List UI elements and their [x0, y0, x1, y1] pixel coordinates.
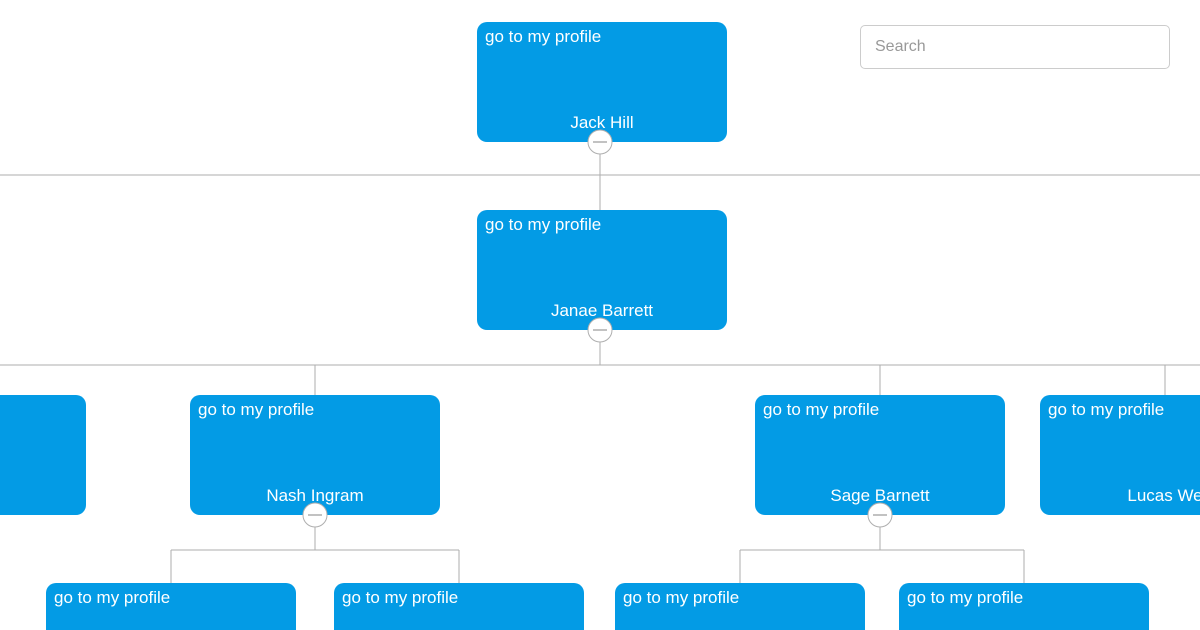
node-child[interactable]: go to my profile	[899, 583, 1149, 630]
node-name-label: Janae Barrett	[551, 301, 653, 320]
node-name-label: Lucas We	[1127, 486, 1200, 505]
node-jack-hill[interactable]: go to my profile Jack Hill	[477, 22, 727, 142]
profile-link[interactable]: go to my profile	[907, 588, 1023, 607]
node-name-label: Sage Barnett	[830, 486, 930, 505]
profile-link[interactable]: go to my profile	[623, 588, 739, 607]
node-name-label: Nash Ingram	[266, 486, 363, 505]
node-child[interactable]: go to my profile	[615, 583, 865, 630]
collapse-toggle[interactable]	[868, 503, 892, 527]
collapse-toggle[interactable]	[303, 503, 327, 527]
node-child[interactable]: go to my profile	[334, 583, 584, 630]
node-name-label: Jack Hill	[570, 113, 633, 132]
profile-link[interactable]: go to my profile	[198, 400, 314, 419]
node-child[interactable]: go to my profile	[46, 583, 296, 630]
node-janae-barrett[interactable]: go to my profile Janae Barrett	[477, 210, 727, 330]
node-sage-barnett[interactable]: go to my profile Sage Barnett	[755, 395, 1005, 515]
search-input[interactable]	[860, 25, 1170, 69]
node-partial-right[interactable]: go to my profile Lucas We	[1040, 395, 1200, 515]
node-nash-ingram[interactable]: go to my profile Nash Ingram	[190, 395, 440, 515]
profile-link[interactable]: go to my profile	[485, 27, 601, 46]
profile-link[interactable]: go to my profile	[1048, 400, 1164, 419]
collapse-toggle[interactable]	[588, 318, 612, 342]
node-partial-left[interactable]: go to my profile ox Macias	[0, 395, 86, 515]
profile-link[interactable]: go to my profile	[763, 400, 879, 419]
collapse-toggle[interactable]	[588, 130, 612, 154]
profile-link[interactable]: go to my profile	[54, 588, 170, 607]
profile-link[interactable]: go to my profile	[342, 588, 458, 607]
profile-link[interactable]: go to my profile	[485, 215, 601, 234]
org-chart: go to my profile Jack Hill go to my prof…	[0, 0, 1200, 630]
